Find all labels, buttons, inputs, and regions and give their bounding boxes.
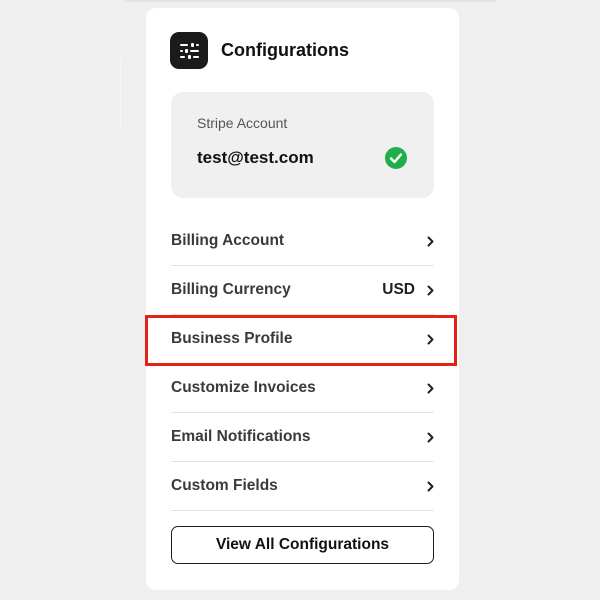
menu-item-email-notifications[interactable]: Email Notifications [171, 413, 434, 462]
menu-item-customize-invoices[interactable]: Customize Invoices [171, 364, 434, 413]
chevron-right-icon [427, 481, 434, 491]
top-divider [124, 0, 496, 2]
page-title: Configurations [221, 40, 349, 60]
chevron-right-icon [427, 285, 434, 295]
menu-item-label: Customize Invoices [171, 379, 316, 396]
menu-item-billing-currency[interactable]: Billing Currency USD [171, 266, 434, 315]
menu-item-label: Email Notifications [171, 428, 311, 445]
background-mark [120, 60, 121, 130]
menu-item-label: Business Profile [171, 330, 293, 347]
chevron-right-icon [427, 383, 434, 393]
stripe-account-email: test@test.com [197, 148, 314, 167]
menu-item-label: Billing Currency [171, 281, 291, 298]
card-header: Configurations [170, 32, 349, 69]
view-all-configurations-button[interactable]: View All Configurations [171, 526, 434, 564]
configuration-menu: Billing Account Billing Currency USD Bus… [171, 217, 434, 511]
menu-item-business-profile[interactable]: Business Profile [171, 315, 434, 364]
chevron-right-icon [427, 334, 434, 344]
chevron-right-icon [427, 432, 434, 442]
menu-item-billing-account[interactable]: Billing Account [171, 217, 434, 266]
chevron-right-icon [427, 236, 434, 246]
stripe-account-label: Stripe Account [197, 115, 288, 131]
check-circle-icon [385, 147, 407, 169]
configurations-card: Configurations Stripe Account test@test.… [146, 8, 459, 590]
currency-value: USD [382, 281, 415, 298]
menu-item-label: Billing Account [171, 232, 285, 249]
menu-item-custom-fields[interactable]: Custom Fields [171, 462, 434, 511]
settings-sliders-icon [170, 32, 208, 69]
stripe-account-panel: Stripe Account test@test.com [171, 92, 434, 198]
menu-item-label: Custom Fields [171, 477, 278, 494]
